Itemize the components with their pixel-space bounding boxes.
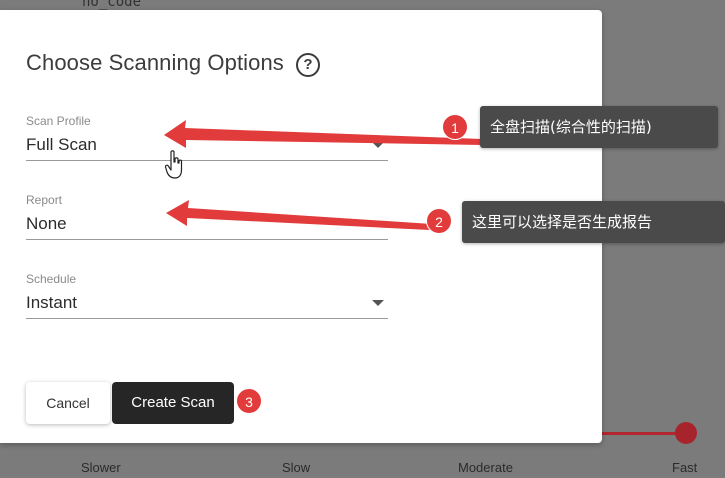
speed-label-fast: Fast	[672, 460, 698, 475]
background-text: no_code	[82, 0, 142, 10]
scan-profile-field: Scan Profile Full Scan	[26, 114, 388, 162]
step-badge-3: 3	[236, 388, 262, 414]
speed-labels: Slower Slow Moderate Fast	[0, 460, 725, 478]
speed-slider-track	[600, 432, 686, 435]
scan-profile-value: Full Scan	[26, 135, 97, 154]
callout-1: 全盘扫描(综合性的扫描)	[480, 106, 718, 148]
report-value: None	[26, 214, 67, 233]
chevron-down-icon	[372, 221, 384, 227]
speed-slider-thumb[interactable]	[675, 422, 697, 444]
speed-label-slower: Slower	[81, 460, 121, 475]
schedule-field: Schedule Instant	[26, 272, 388, 320]
step-badge-2: 2	[426, 208, 452, 234]
speed-label-slow: Slow	[282, 460, 311, 475]
step-badge-1: 1	[442, 114, 468, 140]
callout-2: 这里可以选择是否生成报告	[462, 201, 725, 243]
question-circle-icon[interactable]: ?	[296, 53, 320, 77]
cancel-button[interactable]: Cancel	[26, 382, 110, 424]
speed-label-moderate: Moderate	[458, 460, 513, 475]
report-field: Report None	[26, 193, 388, 241]
report-label: Report	[26, 193, 63, 207]
schedule-select[interactable]: Instant	[26, 290, 388, 319]
speed-slider[interactable]	[600, 422, 720, 444]
scan-profile-select[interactable]: Full Scan	[26, 132, 388, 161]
dialog-title: Choose Scanning Options	[26, 50, 284, 75]
schedule-value: Instant	[26, 293, 78, 312]
create-scan-button[interactable]: Create Scan	[112, 382, 234, 424]
chevron-down-icon	[372, 142, 384, 148]
scan-profile-label: Scan Profile	[26, 114, 91, 128]
hand-cursor-icon	[165, 150, 183, 179]
chevron-down-icon	[372, 300, 384, 306]
report-select[interactable]: None	[26, 211, 388, 240]
schedule-label: Schedule	[26, 272, 77, 286]
